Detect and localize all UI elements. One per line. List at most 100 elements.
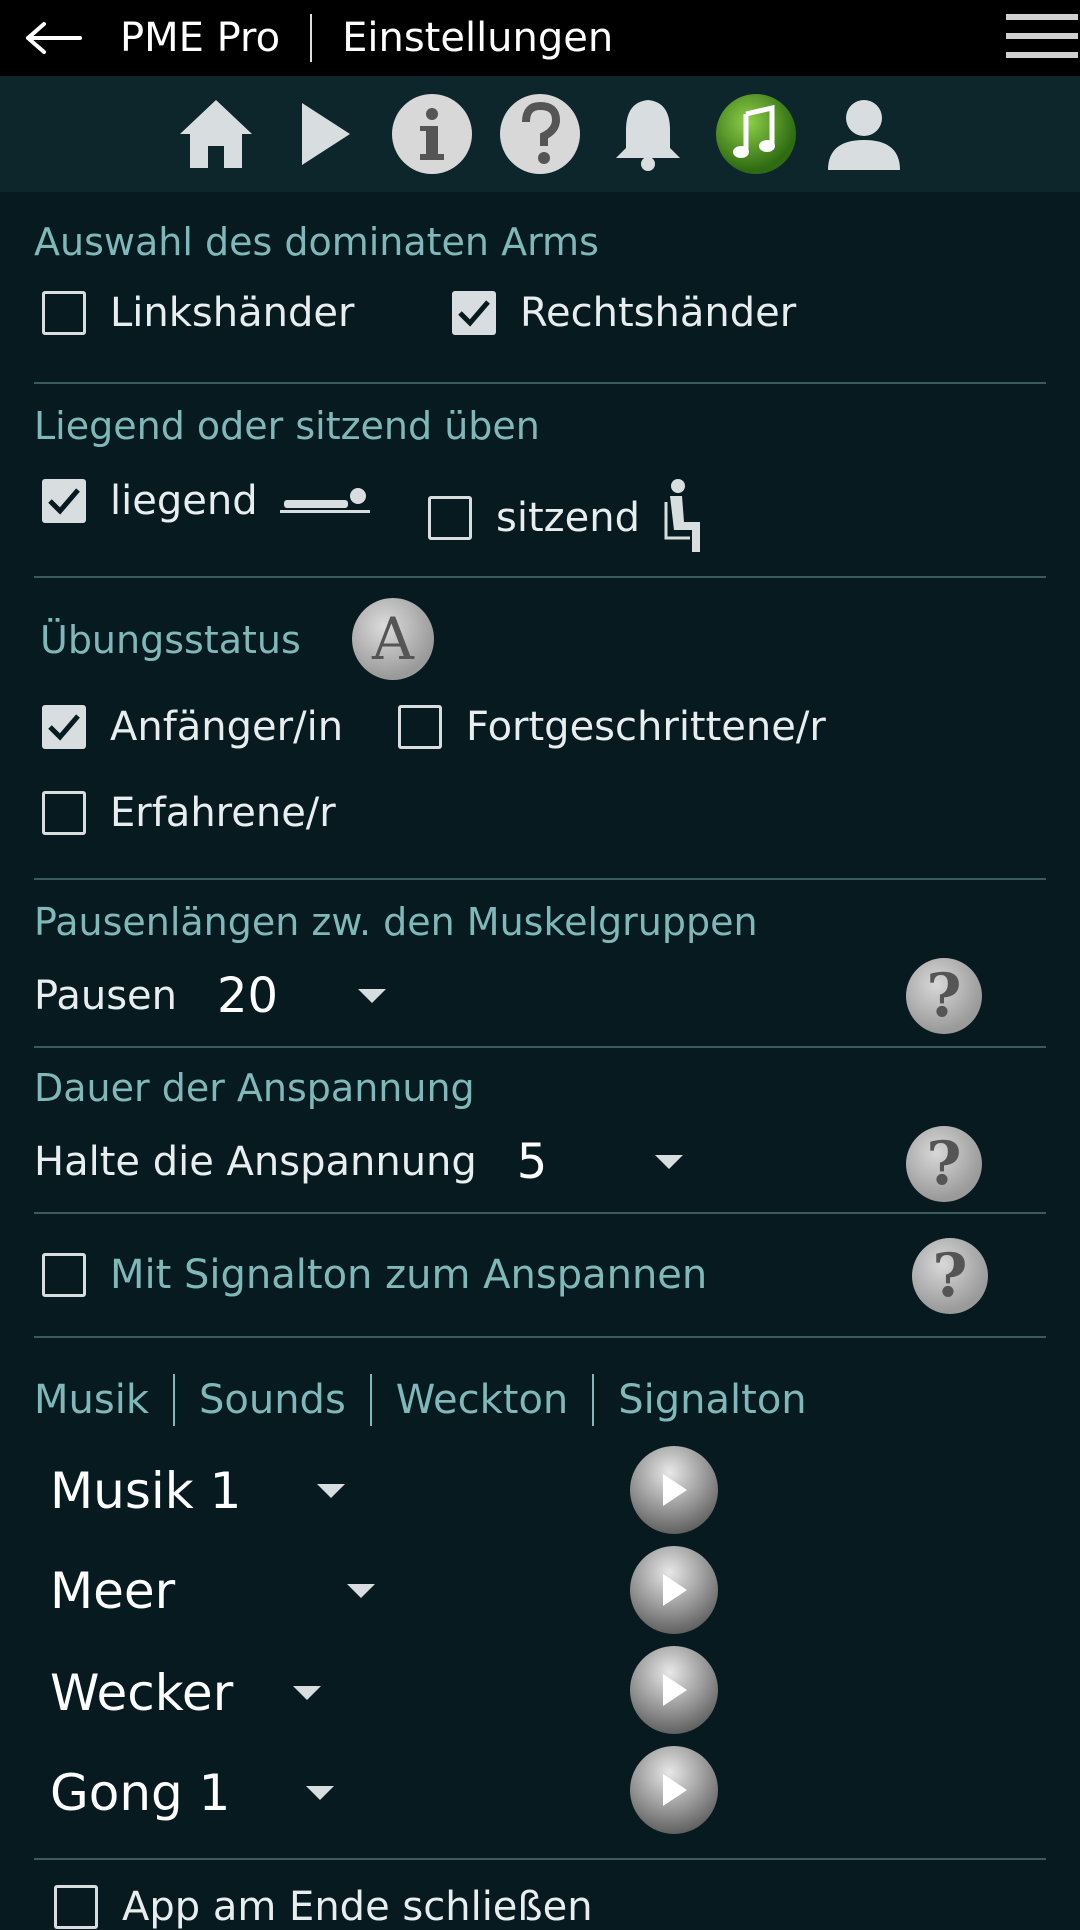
sound-tabs: Musik Sounds Weckton Signalton <box>34 1374 807 1426</box>
divider <box>34 1212 1046 1214</box>
chevron-down-icon <box>306 1786 335 1800</box>
music-icon <box>716 94 796 174</box>
pause-value: 20 <box>217 968 279 1024</box>
sitting-person-icon <box>664 479 700 552</box>
divider <box>34 576 1046 578</box>
help-button[interactable] <box>498 92 582 176</box>
chevron-down-icon <box>317 1484 346 1498</box>
profile-button[interactable] <box>822 92 906 176</box>
chevron-down-icon <box>358 989 387 1003</box>
left-handed-option[interactable]: Linkshänder <box>42 290 354 336</box>
sitting-option[interactable]: sitzend <box>428 478 712 558</box>
tab-separator <box>172 1374 175 1426</box>
tension-help-icon[interactable]: ? <box>906 1126 982 1202</box>
tension-select[interactable]: 5 <box>517 1134 684 1190</box>
music-select-value: Musik 1 <box>50 1462 242 1520</box>
info-icon <box>392 94 472 174</box>
lying-checkbox[interactable] <box>42 479 86 523</box>
right-handed-checkbox[interactable] <box>452 291 496 335</box>
title-separator <box>310 14 313 62</box>
experienced-label: Erfahrene/r <box>110 790 336 836</box>
tab-weckton[interactable]: Weckton <box>396 1377 568 1423</box>
play-icon <box>302 103 350 165</box>
chevron-down-icon <box>347 1584 376 1598</box>
app-name: PME Pro <box>120 15 281 61</box>
alarm-select-value: Wecker <box>50 1664 234 1722</box>
bell-icon <box>616 100 680 171</box>
alarm-play-button[interactable] <box>630 1646 718 1734</box>
advanced-option[interactable]: Fortgeschrittene/r <box>398 704 826 750</box>
checkmark-icon <box>48 488 80 515</box>
tension-label: Halte die Anspannung <box>34 1139 477 1185</box>
dominant-arm-title: Auswahl des dominaten Arms <box>34 220 599 264</box>
notifications-button[interactable] <box>606 92 690 176</box>
home-icon <box>180 100 252 168</box>
checkmark-icon <box>458 300 490 327</box>
lying-label: liegend <box>110 478 258 524</box>
right-handed-option[interactable]: Rechtshänder <box>452 290 796 336</box>
tab-signalton[interactable]: Signalton <box>618 1377 806 1423</box>
pause-help-icon[interactable]: ? <box>906 958 982 1034</box>
signal-select[interactable]: Gong 1 <box>50 1764 335 1822</box>
divider <box>34 878 1046 880</box>
pause-title: Pausenlängen zw. den Muskelgruppen <box>34 900 758 944</box>
beginner-checkbox[interactable] <box>42 705 86 749</box>
play-button[interactable] <box>282 92 366 176</box>
tab-sounds[interactable]: Sounds <box>199 1377 346 1423</box>
tab-separator <box>369 1374 372 1426</box>
signal-play-button[interactable] <box>630 1746 718 1834</box>
status-level-badge[interactable]: A <box>352 598 434 680</box>
sitting-checkbox[interactable] <box>428 496 472 540</box>
tension-title: Dauer der Anspannung <box>34 1066 475 1110</box>
navigation-toolbar <box>0 76 1080 192</box>
left-handed-label: Linkshänder <box>110 290 355 336</box>
advanced-checkbox[interactable] <box>398 705 442 749</box>
signal-tension-help-icon[interactable]: ? <box>912 1238 988 1314</box>
home-button[interactable] <box>174 92 258 176</box>
hamburger-menu-icon[interactable] <box>1002 8 1080 64</box>
back-arrow-icon[interactable] <box>24 18 84 58</box>
close-app-checkbox[interactable] <box>54 1885 98 1929</box>
user-icon <box>828 100 900 170</box>
sound-select[interactable]: Meer <box>50 1562 376 1620</box>
tension-value: 5 <box>516 1134 548 1190</box>
music-select[interactable]: Musik 1 <box>50 1462 346 1520</box>
music-play-button[interactable] <box>630 1446 718 1534</box>
divider <box>34 1336 1046 1338</box>
signal-tension-label: Mit Signalton zum Anspannen <box>110 1252 708 1298</box>
experienced-checkbox[interactable] <box>42 791 86 835</box>
divider <box>34 382 1046 384</box>
signal-select-value: Gong 1 <box>50 1764 231 1822</box>
pause-label: Pausen <box>34 973 177 1019</box>
lying-option[interactable]: liegend <box>42 478 370 524</box>
beginner-option[interactable]: Anfänger/in <box>42 704 343 750</box>
divider <box>34 1858 1046 1860</box>
tab-separator <box>592 1374 595 1426</box>
play-icon <box>663 1574 687 1606</box>
pause-row: Pausen 20 <box>34 968 387 1024</box>
checkmark-icon <box>48 714 80 741</box>
status-title: Übungsstatus <box>40 618 301 662</box>
left-handed-checkbox[interactable] <box>42 291 86 335</box>
divider <box>34 1046 1046 1048</box>
lying-person-icon <box>279 488 370 513</box>
play-icon <box>663 1774 687 1806</box>
close-app-option[interactable]: App am Ende schließen <box>54 1884 593 1930</box>
close-app-label: App am Ende schließen <box>122 1884 593 1930</box>
tab-musik[interactable]: Musik <box>34 1377 149 1423</box>
alarm-select[interactable]: Wecker <box>50 1664 322 1722</box>
info-button[interactable] <box>390 92 474 176</box>
chevron-down-icon <box>293 1686 322 1700</box>
play-icon <box>663 1674 687 1706</box>
signal-tension-checkbox[interactable] <box>42 1253 86 1297</box>
music-button[interactable] <box>714 92 798 176</box>
top-app-bar: PME Pro Einstellungen <box>0 0 1080 76</box>
sound-select-value: Meer <box>50 1562 176 1620</box>
experienced-option[interactable]: Erfahrene/r <box>42 790 336 836</box>
sound-play-button[interactable] <box>630 1546 718 1634</box>
advanced-label: Fortgeschrittene/r <box>466 704 826 750</box>
chevron-down-icon <box>655 1155 684 1169</box>
pause-select[interactable]: 20 <box>217 968 387 1024</box>
page-title: Einstellungen <box>342 15 614 61</box>
signal-tension-option[interactable]: Mit Signalton zum Anspannen <box>42 1252 707 1298</box>
